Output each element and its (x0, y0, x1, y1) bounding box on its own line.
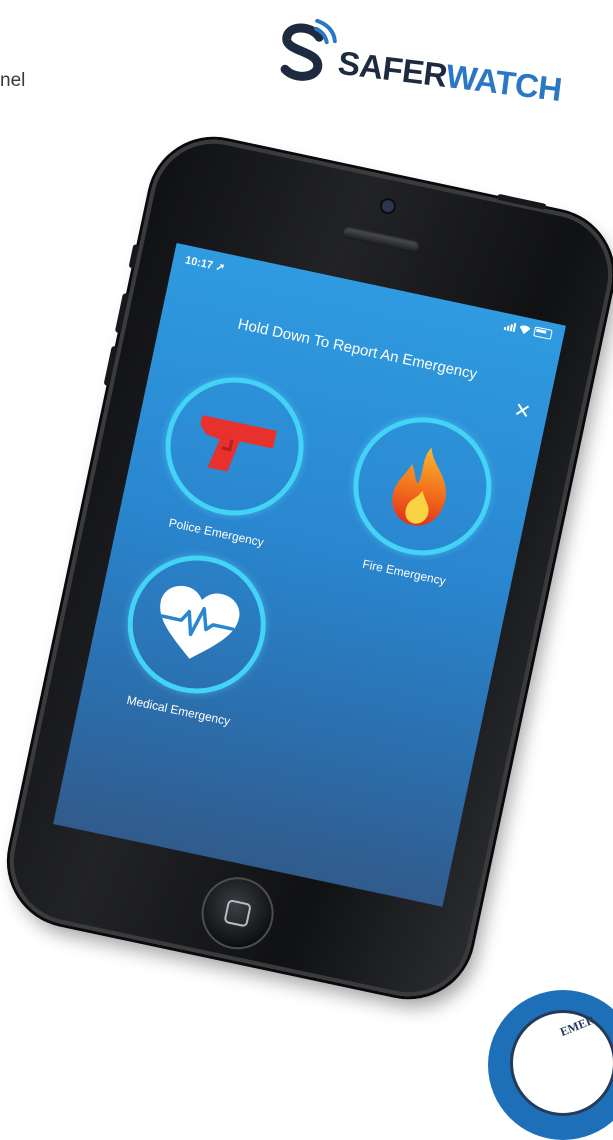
saferwatch-logo-icon (280, 18, 337, 81)
flame-icon (392, 447, 446, 526)
phone-power-button (496, 193, 547, 210)
home-button-square-icon (223, 899, 252, 928)
brand-name-part2: WATCH (444, 57, 564, 108)
medical-emergency-label: Medical Emergency (125, 692, 232, 729)
status-time: 10:17 ➚ (184, 253, 226, 274)
phone-mockup: 10:17 ➚ Hold Down To Report An Emergency… (0, 127, 613, 1009)
earpiece-speaker (341, 225, 421, 254)
gun-icon (200, 415, 277, 472)
fire-emergency-button[interactable]: Fire Emergency (329, 403, 510, 595)
police-emergency-ring[interactable] (152, 364, 317, 529)
medical-emergency-ring[interactable] (114, 542, 279, 707)
heartbeat-icon (160, 585, 240, 659)
location-arrow-icon: ➚ (214, 260, 227, 275)
wifi-icon (519, 324, 531, 334)
medical-emergency-button[interactable]: Medical Emergency (104, 541, 285, 733)
phone-volume-button-up (114, 292, 129, 334)
home-button[interactable] (194, 870, 281, 956)
phone-screen: 10:17 ➚ Hold Down To Report An Emergency… (53, 242, 566, 907)
document-text-fragment: nel (0, 70, 26, 91)
status-time-text: 10:17 (184, 254, 215, 272)
fire-emergency-ring[interactable] (340, 404, 505, 569)
phone-mute-switch (128, 244, 140, 269)
phone-volume-button-down (103, 345, 118, 387)
phone-body: 10:17 ➚ Hold Down To Report An Emergency… (0, 127, 613, 1009)
front-camera (380, 198, 396, 214)
close-icon: ✕ (511, 398, 533, 424)
saferwatch-logo: SAFERWATCH (265, 12, 576, 158)
brand-name-part1: SAFER (336, 43, 449, 94)
police-emergency-button[interactable]: Police Emergency (141, 363, 322, 555)
fire-emergency-label: Fire Emergency (361, 556, 447, 589)
close-button[interactable]: ✕ (509, 398, 535, 424)
status-icons (503, 320, 553, 340)
battery-icon (533, 326, 553, 340)
saferwatch-wordmark: SAFERWATCH (336, 44, 564, 109)
signal-icon (503, 321, 517, 332)
emergency-badge: EMER (488, 990, 613, 1140)
